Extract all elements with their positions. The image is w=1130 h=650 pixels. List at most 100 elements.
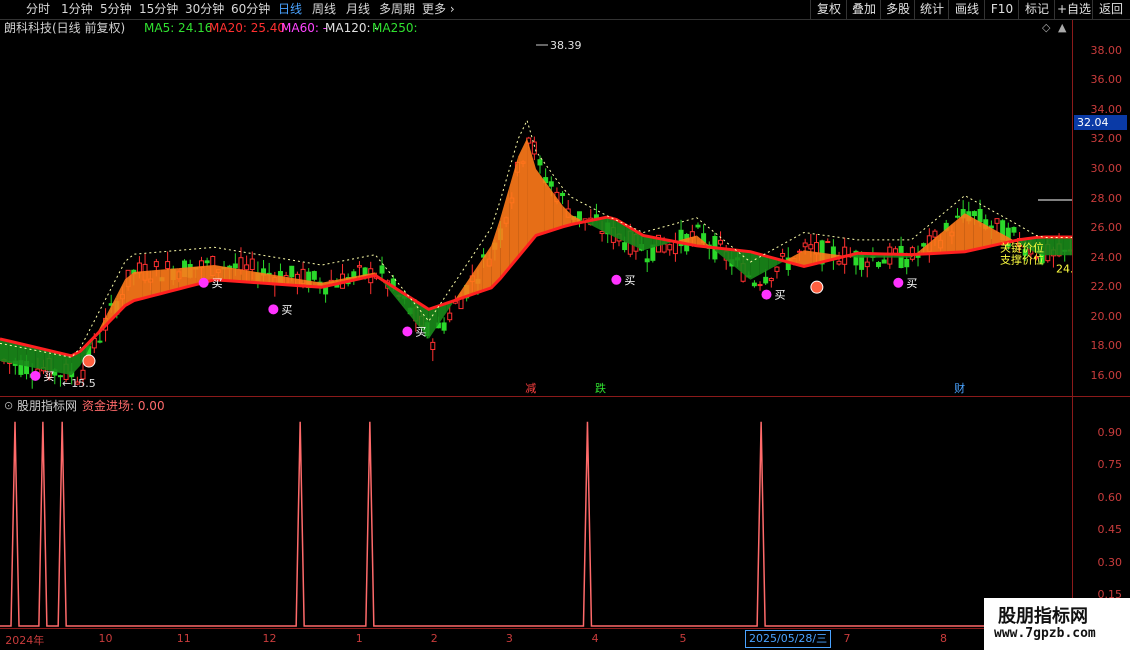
ma-band-segment bbox=[428, 306, 438, 339]
candle-body bbox=[825, 241, 831, 244]
indicator-tick-label: 0.30 bbox=[1097, 555, 1123, 569]
buy-dot bbox=[761, 289, 772, 300]
candle-body bbox=[904, 259, 910, 268]
buy-label: 买 bbox=[624, 274, 635, 287]
candle-body bbox=[695, 224, 701, 228]
candle-body bbox=[718, 239, 724, 245]
back-button[interactable]: 返回 bbox=[1092, 0, 1129, 19]
buy-dot bbox=[402, 326, 413, 337]
candle-body bbox=[932, 230, 938, 238]
candle-body bbox=[153, 261, 159, 268]
candle-body bbox=[881, 259, 887, 264]
candle-body bbox=[667, 244, 673, 251]
support-label: 支撑价位 bbox=[1000, 253, 1044, 267]
buy-label: 买 bbox=[43, 370, 54, 383]
date-tick-label: 10 bbox=[98, 632, 113, 645]
indicator-line bbox=[0, 421, 1072, 627]
f10-button[interactable]: F10 bbox=[984, 0, 1019, 19]
ma-band-segment bbox=[955, 213, 965, 253]
ma-band-segment bbox=[491, 218, 501, 288]
mark-button[interactable]: 标记 bbox=[1018, 0, 1055, 19]
add-watchlist-button[interactable]: +自选 bbox=[1054, 0, 1093, 19]
date-tick-label: 5 bbox=[679, 632, 687, 645]
date-tick-label: 1 bbox=[355, 632, 363, 645]
candle-body bbox=[802, 242, 808, 248]
low-label: ←15.5 bbox=[62, 377, 96, 390]
price-tick-label: 20.00 bbox=[1090, 309, 1123, 323]
multi-stock-button[interactable]: 多股 bbox=[880, 0, 915, 19]
tab-30min[interactable]: 30分钟 bbox=[185, 1, 224, 18]
ma-band-segment bbox=[26, 345, 36, 369]
tab-monthly[interactable]: 月线 bbox=[346, 1, 370, 18]
tab-60min[interactable]: 60分钟 bbox=[231, 1, 270, 18]
ma120-value: MA120: - bbox=[325, 21, 379, 35]
tab-15min[interactable]: 15分钟 bbox=[139, 1, 178, 18]
stock-title: 朗科科技(日线 前复权) bbox=[4, 21, 126, 35]
candle-body bbox=[379, 265, 385, 274]
date-axis-divider bbox=[0, 628, 1130, 629]
ma60-value: MA60: - bbox=[281, 21, 328, 35]
candle-body bbox=[204, 260, 210, 264]
tab-fenshi[interactable]: 分时 bbox=[26, 1, 50, 18]
candle-body bbox=[751, 282, 757, 287]
indicator-tick-label: 0.45 bbox=[1097, 523, 1123, 537]
candle-body bbox=[955, 215, 961, 218]
tab-more[interactable]: 更多 › bbox=[422, 1, 455, 18]
ma-band-segment bbox=[1054, 236, 1064, 256]
ma-band-segment bbox=[1063, 236, 1072, 256]
candle-body bbox=[548, 181, 554, 187]
fuquan-button[interactable]: 复权 bbox=[810, 0, 847, 19]
period-toolbar: 分时 1分钟 5分钟 15分钟 30分钟 60分钟 日线 周线 月线 多周期 更… bbox=[0, 0, 1130, 20]
date-tick-label: 11 bbox=[176, 632, 191, 645]
ma-band-segment bbox=[1045, 236, 1055, 256]
candle-body bbox=[921, 243, 927, 247]
watermark: 股朋指标网 www.7gpzb.com bbox=[984, 598, 1130, 650]
price-tick-label: 34.00 bbox=[1090, 102, 1123, 116]
ma-band-segment bbox=[134, 271, 143, 301]
tab-weekly[interactable]: 周线 bbox=[312, 1, 336, 18]
diamond-icon[interactable]: ◇ bbox=[1042, 20, 1050, 36]
kline-chart[interactable]: 38.39←15.5买买买买买买买减跌财关键价位支撑价位24. bbox=[0, 36, 1130, 398]
date-tick-label: 8 bbox=[940, 632, 947, 645]
ma5-dotted-line bbox=[0, 119, 1072, 358]
buy-dot bbox=[893, 277, 904, 288]
ma-band-segment bbox=[160, 268, 170, 294]
overlay-button[interactable]: 叠加 bbox=[846, 0, 881, 19]
price-tick-label: 38.00 bbox=[1090, 43, 1123, 57]
stats-button[interactable]: 统计 bbox=[914, 0, 949, 19]
up-arrow-icon[interactable]: ▲ bbox=[1058, 20, 1066, 36]
event-label: 跌 bbox=[595, 381, 606, 395]
candle-body bbox=[441, 322, 447, 331]
indicator-chart[interactable] bbox=[0, 400, 1072, 628]
candle-body bbox=[238, 257, 244, 271]
buy-label: 买 bbox=[774, 289, 785, 302]
draw-button[interactable]: 画线 bbox=[948, 0, 985, 19]
candle-body bbox=[977, 208, 983, 223]
tab-5min[interactable]: 5分钟 bbox=[100, 1, 132, 18]
buy-dot bbox=[611, 274, 622, 285]
ma-band-segment bbox=[0, 338, 9, 363]
tab-1min[interactable]: 1分钟 bbox=[61, 1, 93, 18]
buy-label: 买 bbox=[415, 326, 426, 339]
ma20-value: MA20: 25.40 bbox=[209, 21, 286, 35]
price-tick-label: 32.00 bbox=[1090, 132, 1123, 146]
ma-band-segment bbox=[17, 343, 27, 367]
candle-body bbox=[780, 253, 786, 257]
event-label: 财 bbox=[954, 381, 965, 395]
ma-band-segment bbox=[142, 270, 152, 299]
ma-band-segment bbox=[723, 248, 733, 266]
price-tick-label: 18.00 bbox=[1090, 339, 1123, 353]
ma-band-segment bbox=[473, 258, 483, 294]
candle-body bbox=[864, 261, 870, 268]
buy-dot bbox=[268, 304, 279, 315]
indicator-tick-label: 0.90 bbox=[1097, 425, 1123, 439]
candle-body bbox=[531, 141, 537, 155]
ma-band-segment bbox=[223, 266, 233, 282]
date-tick-label: 7 bbox=[843, 632, 851, 645]
candle-body bbox=[836, 260, 842, 265]
buy-dot bbox=[198, 277, 209, 288]
tab-daily[interactable]: 日线 bbox=[278, 1, 302, 18]
buy-label: 买 bbox=[212, 277, 223, 290]
tab-multi-period[interactable]: 多周期 bbox=[379, 1, 415, 18]
candle-body bbox=[560, 192, 566, 197]
